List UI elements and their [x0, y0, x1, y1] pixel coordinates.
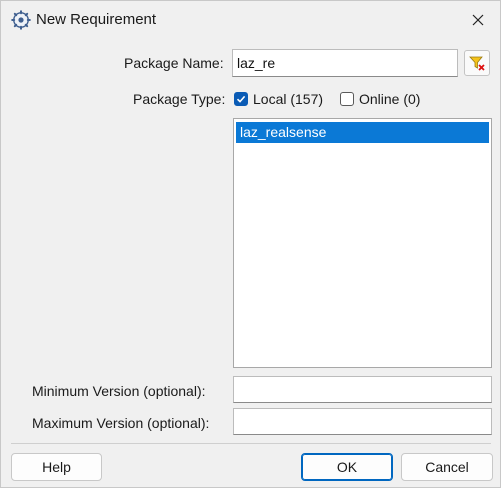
min-version-label: Minimum Version (optional):: [32, 383, 206, 399]
dialog-title: New Requirement: [36, 11, 157, 28]
package-type-label: Package Type:: [133, 91, 226, 107]
ok-button[interactable]: OK: [301, 453, 393, 481]
title-bar[interactable]: New Requirement: [1, 1, 500, 39]
separator: [11, 443, 491, 444]
package-name-label: Package Name:: [124, 55, 224, 71]
checkbox-checked-icon: [234, 92, 248, 106]
local-checkbox[interactable]: Local (157): [234, 91, 323, 107]
online-label: Online (0): [359, 91, 421, 107]
package-name-input[interactable]: laz_re: [232, 49, 458, 77]
cancel-button[interactable]: Cancel: [401, 453, 493, 481]
help-button[interactable]: Help: [11, 453, 102, 481]
min-version-input[interactable]: [233, 376, 492, 403]
checkbox-unchecked-icon: [340, 92, 354, 106]
clear-filter-button[interactable]: [464, 50, 490, 76]
package-list[interactable]: laz_realsense: [233, 118, 492, 368]
list-item[interactable]: laz_realsense: [236, 122, 489, 143]
local-label: Local (157): [253, 91, 324, 107]
new-requirement-dialog: New Requirement Package Name: laz_re Pac…: [0, 0, 501, 488]
close-button[interactable]: [462, 5, 494, 35]
max-version-input[interactable]: [233, 408, 492, 435]
gear-app-icon: [11, 10, 31, 30]
close-icon: [472, 14, 484, 26]
online-checkbox[interactable]: Online (0): [340, 91, 420, 107]
max-version-label: Maximum Version (optional):: [32, 415, 210, 431]
filter-clear-icon: [469, 56, 485, 71]
